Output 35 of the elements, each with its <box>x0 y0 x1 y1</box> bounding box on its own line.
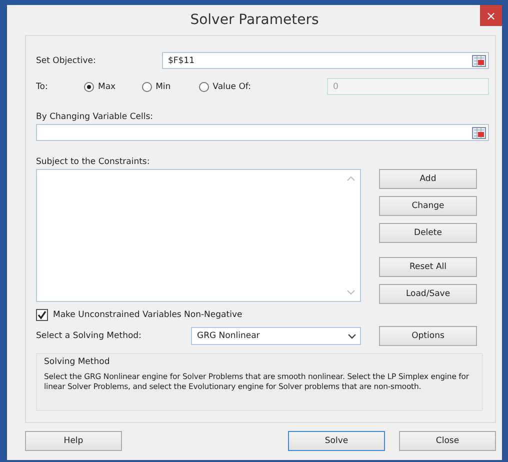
field-label: By Changing Variable Cells: <box>36 112 154 122</box>
constraint-button[interactable]: Reset All <box>379 257 477 277</box>
field-value: 0 <box>333 82 338 92</box>
checkbox-option[interactable]: Make Unconstrained Variables Non-Negative <box>36 309 489 321</box>
radio-option[interactable]: Min <box>142 82 171 92</box>
radio-option[interactable]: Value Of: <box>198 82 251 92</box>
objective-field[interactable]: $F$11 <box>162 52 489 69</box>
radio-option[interactable]: Max <box>84 82 116 92</box>
scroll-down-icon[interactable] <box>347 290 355 295</box>
group-title: Solving Method <box>44 357 111 367</box>
dialog-button[interactable]: Help <box>25 431 122 451</box>
constraints-list[interactable] <box>36 169 361 302</box>
range-select-icon[interactable] <box>472 126 486 138</box>
checkbox[interactable] <box>36 309 48 321</box>
constraint-button[interactable]: Change <box>379 196 477 216</box>
constraint-button[interactable]: Load/Save <box>379 284 477 304</box>
constraint-button[interactable]: Add <box>379 169 477 189</box>
field-value: $F$11 <box>168 56 195 66</box>
caret-icon <box>348 334 356 338</box>
variable-cells-field[interactable] <box>36 124 489 141</box>
field-label: Set Objective: <box>36 56 97 66</box>
close-button[interactable]: × <box>480 5 502 26</box>
scroll-up-icon[interactable] <box>347 176 355 181</box>
dialog-button[interactable]: Close <box>399 431 496 451</box>
window-title: Solver Parameters <box>190 12 319 28</box>
field-label: Select a Solving Method: <box>36 331 142 341</box>
checkmark-icon <box>37 310 47 320</box>
solving-method-dropdown[interactable]: GRG Nonlinear <box>191 327 361 345</box>
field-label: Subject to the Constraints: <box>36 157 151 167</box>
checkbox-label: Make Unconstrained Variables Non-Negative <box>53 310 242 320</box>
dialog-button[interactable]: Solve <box>288 431 385 451</box>
constraint-button[interactable]: Delete <box>379 223 477 243</box>
range-select-icon[interactable] <box>472 54 486 66</box>
field-label: To: <box>36 82 49 92</box>
options-button[interactable]: Options <box>379 326 477 346</box>
